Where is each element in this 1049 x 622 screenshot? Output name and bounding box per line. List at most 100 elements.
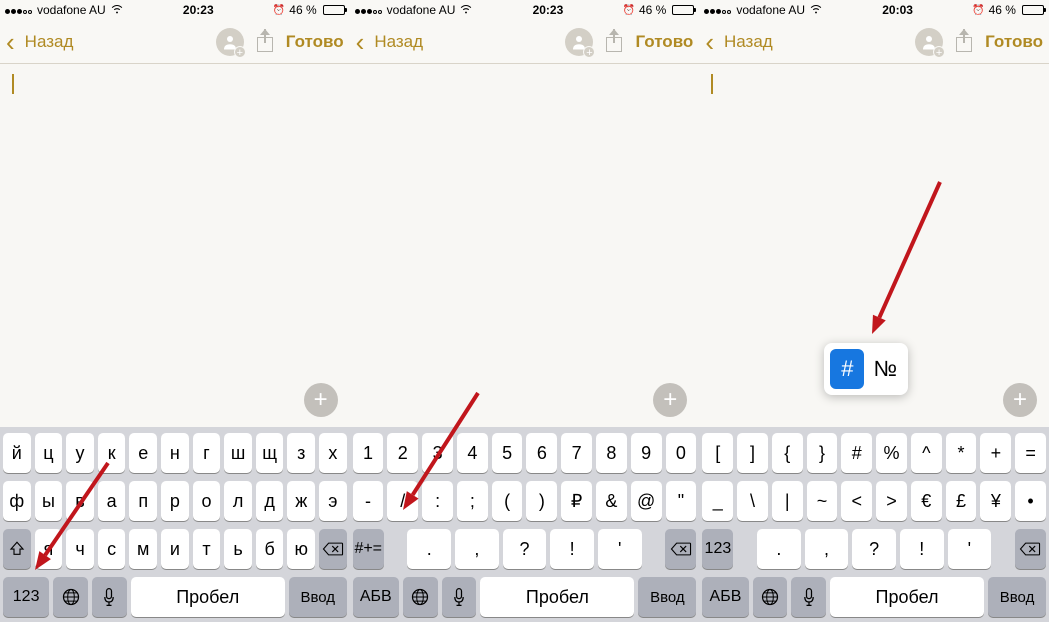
key-[[interactable]: [ [702, 433, 733, 473]
key-₽[interactable]: ₽ [561, 481, 592, 521]
add-contact-button[interactable]: + [216, 28, 244, 56]
key-)[interactable]: ) [526, 481, 557, 521]
key-р[interactable]: р [161, 481, 189, 521]
key-х[interactable]: х [319, 433, 347, 473]
key-:[interactable]: : [422, 481, 453, 521]
key-,[interactable]: , [805, 529, 849, 569]
back-chevron-icon[interactable]: ‹ [6, 29, 15, 55]
key-&[interactable]: & [596, 481, 627, 521]
enter-key[interactable]: Ввод [988, 577, 1046, 617]
done-button[interactable]: Готово [985, 32, 1043, 52]
key-7[interactable]: 7 [561, 433, 592, 473]
key-|[interactable]: | [772, 481, 803, 521]
key-#[interactable]: # [841, 433, 872, 473]
key-г[interactable]: г [193, 433, 221, 473]
key-%[interactable]: % [876, 433, 907, 473]
key-}[interactable]: } [807, 433, 838, 473]
key-м[interactable]: м [129, 529, 157, 569]
note-body[interactable]: + [0, 64, 350, 427]
key-^[interactable]: ^ [911, 433, 942, 473]
key-б[interactable]: б [256, 529, 284, 569]
key-?[interactable]: ? [852, 529, 896, 569]
key-ы[interactable]: ы [35, 481, 63, 521]
key-а[interactable]: а [98, 481, 126, 521]
key-\[interactable]: \ [737, 481, 768, 521]
back-button[interactable]: Назад [25, 32, 74, 52]
enter-key[interactable]: Ввод [289, 577, 347, 617]
back-button[interactable]: Назад [374, 32, 423, 52]
back-chevron-icon[interactable]: ‹ [705, 29, 714, 55]
backspace-key[interactable] [1015, 529, 1046, 569]
mode-switch-key[interactable]: АБВ [702, 577, 748, 617]
back-button[interactable]: Назад [724, 32, 773, 52]
key->[interactable]: > [876, 481, 907, 521]
key-[interactable]: " [666, 481, 697, 521]
key-п[interactable]: п [129, 481, 157, 521]
space-key[interactable]: Пробел [480, 577, 634, 617]
backspace-key[interactable] [319, 529, 347, 569]
key-*[interactable]: * [946, 433, 977, 473]
back-chevron-icon[interactable]: ‹ [356, 29, 365, 55]
key-4[interactable]: 4 [457, 433, 488, 473]
globe-key[interactable] [403, 577, 438, 617]
mode-switch-key[interactable]: 123 [3, 577, 49, 617]
key-![interactable]: ! [550, 529, 594, 569]
shift-key[interactable] [3, 529, 31, 569]
mode-switch-key[interactable]: АБВ [353, 577, 399, 617]
share-button[interactable] [254, 29, 276, 55]
mode-key-123[interactable]: 123 [702, 529, 733, 569]
key-ч[interactable]: ч [66, 529, 94, 569]
dictation-key[interactable] [791, 577, 826, 617]
key-я[interactable]: я [35, 529, 63, 569]
key-л[interactable]: л [224, 481, 252, 521]
key-о[interactable]: о [193, 481, 221, 521]
key-=[interactable]: = [1015, 433, 1046, 473]
key-'[interactable]: ' [948, 529, 992, 569]
key-ж[interactable]: ж [287, 481, 315, 521]
key-д[interactable]: д [256, 481, 284, 521]
key-ь[interactable]: ь [224, 529, 252, 569]
key-ю[interactable]: ю [287, 529, 315, 569]
add-contact-button[interactable]: + [565, 28, 593, 56]
key-2[interactable]: 2 [387, 433, 418, 473]
backspace-key[interactable] [665, 529, 696, 569]
key-9[interactable]: 9 [631, 433, 662, 473]
key--[interactable]: - [353, 481, 384, 521]
key-э[interactable]: э [319, 481, 347, 521]
key-![interactable]: ! [900, 529, 944, 569]
key-н[interactable]: н [161, 433, 189, 473]
key-1[interactable]: 1 [353, 433, 384, 473]
key-€[interactable]: € [911, 481, 942, 521]
key-ш[interactable]: ш [224, 433, 252, 473]
enter-key[interactable]: Ввод [638, 577, 696, 617]
add-attachment-button[interactable]: + [304, 383, 338, 417]
key-й[interactable]: й [3, 433, 31, 473]
key-.[interactable]: . [407, 529, 451, 569]
dictation-key[interactable] [92, 577, 127, 617]
popup-option-#[interactable]: # [830, 349, 864, 389]
key-£[interactable]: £ [946, 481, 977, 521]
key-ц[interactable]: ц [35, 433, 63, 473]
key-_[interactable]: _ [702, 481, 733, 521]
add-contact-button[interactable]: + [915, 28, 943, 56]
done-button[interactable]: Готово [286, 32, 344, 52]
globe-key[interactable] [53, 577, 88, 617]
key-([interactable]: ( [492, 481, 523, 521]
space-key[interactable]: Пробел [131, 577, 285, 617]
key-щ[interactable]: щ [256, 433, 284, 473]
key-/[interactable]: / [387, 481, 418, 521]
done-button[interactable]: Готово [635, 32, 693, 52]
key-и[interactable]: и [161, 529, 189, 569]
key-;[interactable]: ; [457, 481, 488, 521]
key-'[interactable]: ' [598, 529, 642, 569]
key-{[interactable]: { [772, 433, 803, 473]
share-button[interactable] [953, 29, 975, 55]
mode-key-#+=[interactable]: #+= [353, 529, 384, 569]
add-attachment-button[interactable]: + [1003, 383, 1037, 417]
key-][interactable]: ] [737, 433, 768, 473]
key-з[interactable]: з [287, 433, 315, 473]
key-¥[interactable]: ¥ [980, 481, 1011, 521]
globe-key[interactable] [753, 577, 788, 617]
key-ф[interactable]: ф [3, 481, 31, 521]
key-0[interactable]: 0 [666, 433, 697, 473]
